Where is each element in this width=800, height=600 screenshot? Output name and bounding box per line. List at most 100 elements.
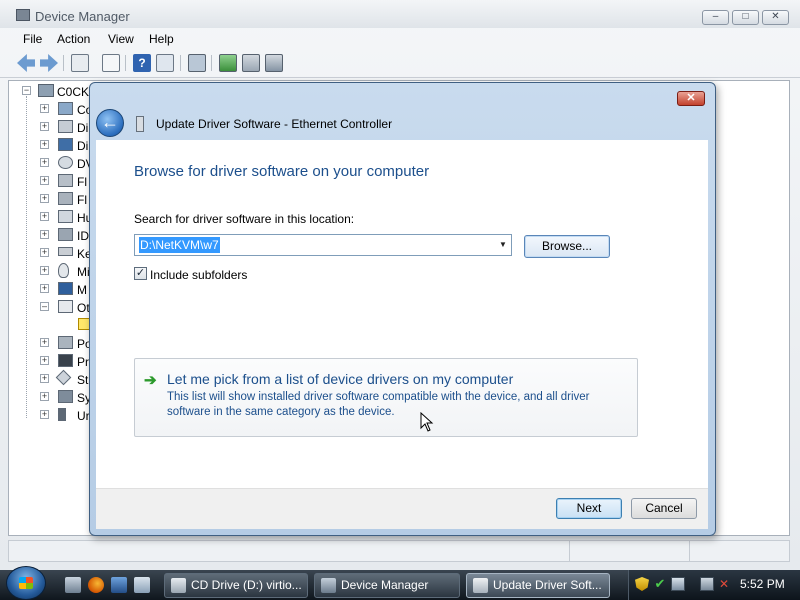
tree-root-label[interactable]: C0CK	[57, 85, 89, 99]
keyboard-icon	[58, 247, 73, 256]
tree-node-label[interactable]: Fl	[77, 193, 87, 207]
include-subfolders-label[interactable]: Include subfolders	[150, 268, 247, 282]
tree-node-label[interactable]: Di	[77, 139, 88, 153]
firefox-icon[interactable]	[88, 577, 104, 593]
maximize-button[interactable]: □	[732, 10, 759, 25]
tree-expander[interactable]: +	[40, 266, 49, 275]
processor-icon	[58, 354, 73, 367]
taskbar-task-cd-drive[interactable]: CD Drive (D:) virtio...	[164, 573, 308, 598]
close-button[interactable]: ✕	[762, 10, 789, 25]
start-button[interactable]	[6, 566, 46, 600]
status-segment	[569, 541, 570, 561]
properties-icon[interactable]	[102, 54, 120, 72]
tree-expander[interactable]: –	[40, 302, 49, 311]
toolbar	[0, 50, 800, 78]
tree-node-label[interactable]: Fl	[77, 175, 87, 189]
tree-expander[interactable]: +	[40, 338, 49, 347]
help-icon[interactable]: ?	[133, 54, 151, 72]
taskbar-task-device-manager[interactable]: Device Manager	[314, 573, 460, 598]
scan-hardware-icon[interactable]	[188, 54, 206, 72]
task-label: CD Drive (D:) virtio...	[191, 578, 302, 592]
tree-expander[interactable]: +	[40, 140, 49, 149]
minimize-button[interactable]: –	[702, 10, 729, 25]
menu-file[interactable]: File	[23, 32, 42, 46]
title-bar: Device Manager	[0, 0, 800, 28]
tree-expander[interactable]: +	[40, 176, 49, 185]
tree-node-label[interactable]: Di	[77, 121, 88, 135]
uninstall-icon[interactable]	[265, 54, 283, 72]
include-subfolders-checkbox[interactable]: ✓	[134, 267, 147, 280]
tree-expander[interactable]: +	[40, 248, 49, 257]
pick-from-list-description: This list will show installed driver sof…	[167, 391, 590, 418]
back-arrow-icon[interactable]: ←	[96, 109, 124, 137]
tree-expander[interactable]: +	[40, 122, 49, 131]
toolbar-separator	[125, 55, 126, 71]
tree-node-label[interactable]: ID	[77, 229, 89, 243]
task-label: Update Driver Soft...	[493, 578, 602, 592]
show-desktop-icon[interactable]	[65, 577, 81, 593]
tree-node-label[interactable]: Ot	[77, 301, 90, 315]
computer-icon	[58, 102, 73, 115]
dvd-drive-icon	[58, 156, 73, 169]
browse-button[interactable]: Browse...	[524, 235, 610, 258]
disable-icon[interactable]	[242, 54, 260, 72]
status-bar	[8, 540, 790, 562]
tree-node-label[interactable]: Mi	[77, 265, 90, 279]
network-check-icon[interactable]: ✔	[653, 577, 667, 591]
floppy-controller-icon	[58, 174, 73, 187]
pick-from-list-title[interactable]: Let me pick from a list of device driver…	[167, 371, 513, 387]
display-adapter-icon	[58, 138, 73, 151]
green-arrow-icon: ➔	[144, 372, 157, 389]
mouse-icon	[58, 263, 69, 278]
network-icon[interactable]	[671, 577, 685, 591]
tree-expander[interactable]: +	[40, 392, 49, 401]
tree-expander[interactable]: +	[40, 230, 49, 239]
console-tree-icon[interactable]	[156, 54, 174, 72]
toolbar-separator	[63, 55, 64, 71]
up-icon[interactable]	[71, 54, 89, 72]
tree-expander[interactable]: +	[40, 194, 49, 203]
task-label: Device Manager	[341, 578, 429, 592]
tree-node-label[interactable]: St	[77, 373, 88, 387]
update-driver-icon[interactable]	[219, 54, 237, 72]
menu-help[interactable]: Help	[149, 32, 174, 46]
usb-controller-icon	[58, 408, 66, 421]
ports-icon	[58, 336, 73, 349]
computer-icon	[38, 84, 54, 97]
device-manager-icon	[321, 578, 336, 593]
tree-guide-line	[26, 96, 27, 418]
volume-muted-icon[interactable]: ✕	[717, 577, 731, 591]
tree-node-label[interactable]: Ur	[77, 409, 90, 423]
tree-expander[interactable]: +	[40, 374, 49, 383]
monitor-icon	[58, 282, 73, 295]
tree-expander[interactable]: +	[40, 356, 49, 365]
tree-expander[interactable]: +	[40, 410, 49, 419]
tree-expander[interactable]: +	[40, 212, 49, 221]
status-segment	[689, 541, 690, 561]
tree-node-label[interactable]: Pr	[77, 355, 89, 369]
dialog-heading: Browse for driver software on your compu…	[134, 163, 430, 180]
driver-path-input[interactable]: D:\NetKVM\w7	[139, 237, 220, 253]
network-status-icon[interactable]	[700, 577, 714, 591]
chevron-down-icon[interactable]: ▼	[497, 238, 509, 252]
menu-action[interactable]: Action	[57, 32, 90, 46]
cancel-button[interactable]: Cancel	[631, 498, 697, 519]
tree-node-label[interactable]: M	[77, 283, 87, 297]
dialog-close-button[interactable]: ✕	[677, 91, 705, 106]
hid-icon	[58, 210, 73, 223]
windows-logo-icon	[19, 577, 33, 589]
tree-expander[interactable]: +	[40, 158, 49, 167]
toolbar-separator	[180, 55, 181, 71]
switch-windows-icon[interactable]	[111, 577, 127, 593]
tree-expander[interactable]: +	[40, 284, 49, 293]
tree-expander[interactable]: +	[40, 104, 49, 113]
next-button[interactable]: Next	[556, 498, 622, 519]
clock[interactable]: 5:52 PM	[740, 577, 785, 591]
tree-expander[interactable]: −	[22, 86, 31, 95]
menu-view[interactable]: View	[108, 32, 134, 46]
update-driver-icon	[473, 578, 488, 593]
taskbar-task-update-driver[interactable]: Update Driver Soft...	[466, 573, 610, 598]
quick-launch-icon[interactable]	[134, 577, 150, 593]
other-devices-icon	[58, 300, 73, 313]
network-adapter-icon	[136, 116, 144, 132]
